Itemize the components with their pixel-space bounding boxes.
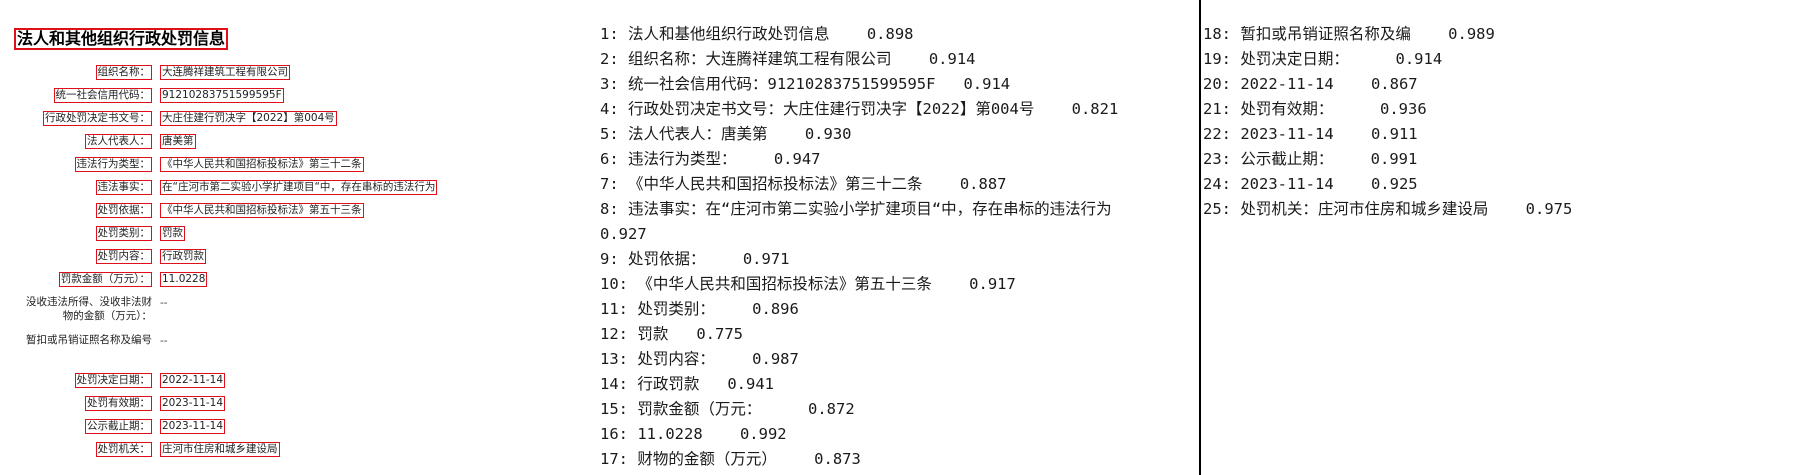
field-row: 处罚内容： 行政罚款 — [0, 249, 600, 264]
ocr-result-line: 8: 违法事实：在“庄河市第二实验小学扩建项目“中，存在串标的违法行为 0.92… — [600, 200, 1112, 243]
ocr-result-line: 7: 《中华人民共和国招标投标法》第三十二条 0.887 — [600, 175, 1007, 193]
field-label: 暂扣或吊销证照名称及编号 — [26, 334, 152, 346]
ocr-result-line: 21: 处罚有效期： 0.936 — [1203, 100, 1427, 118]
field-value: 11.0228 — [160, 272, 208, 287]
field-label: 罚款金额（万元）： — [58, 272, 152, 287]
field-row: 处罚有效期： 2023-11-14 — [0, 396, 600, 411]
field-label: 处罚决定日期： — [74, 373, 152, 388]
ocr-result-line: 19: 处罚决定日期： 0.914 — [1203, 50, 1443, 68]
field-value: -- — [160, 297, 168, 309]
ocr-result-line: 5: 法人代表人：唐美第 0.930 — [600, 125, 852, 143]
ocr-result-line: 4: 行政处罚决定书文号：大庄住建行罚决字【2022】第004号 0.821 — [600, 100, 1119, 118]
ocr-result-line: 18: 暂扣或吊销证照名称及编 0.989 — [1203, 25, 1495, 43]
ocr-result-line: 11: 处罚类别： 0.896 — [600, 300, 799, 318]
field-value: 大连腾祥建筑工程有限公司 — [160, 65, 290, 80]
field-row: 组织名称： 大连腾祥建筑工程有限公司 — [0, 65, 600, 80]
ocr-results-column-2: 18: 暂扣或吊销证照名称及编 0.989 19: 处罚决定日期： 0.914 … — [1203, 22, 1793, 222]
ocr-results-column-1: 1: 法人和基他组织行政处罚信息 0.898 2: 组织名称：大连腾祥建筑工程有… — [600, 22, 1200, 472]
field-row: 违法事实： 在“庄河市第二实验小学扩建项目“中，存在串标的违法行为 — [0, 180, 600, 195]
field-value: 《中华人民共和国招标投标法》第五十三条 — [160, 203, 364, 218]
field-label: 处罚有效期： — [85, 396, 152, 411]
field-value: 《中华人民共和国招标投标法》第三十二条 — [160, 157, 364, 172]
field-value: 大庄住建行罚决字【2022】第004号 — [160, 111, 337, 126]
field-label: 处罚机关： — [95, 442, 152, 457]
field-value: 在“庄河市第二实验小学扩建项目“中，存在串标的违法行为 — [160, 180, 438, 195]
ocr-result-line: 14: 行政罚款 0.941 — [600, 375, 774, 393]
field-row: 处罚机关： 庄河市住房和城乡建设局 — [0, 442, 600, 457]
field-row: 处罚类别： 罚款 — [0, 226, 600, 241]
field-row: 违法行为类型： 《中华人民共和国招标投标法》第三十二条 — [0, 157, 600, 172]
field-label: 组织名称： — [95, 65, 152, 80]
ocr-result-line: 9: 处罚依据： 0.971 — [600, 250, 790, 268]
ocr-result-line: 15: 罚款金额（万元： 0.872 — [600, 400, 855, 418]
ocr-result-line: 12: 罚款 0.775 — [600, 325, 743, 343]
field-value: -- — [160, 335, 168, 347]
ocr-result-line: 25: 处罚机关：庄河市住房和城乡建设局 0.975 — [1203, 200, 1573, 218]
field-row: 法人代表人： 唐美第 — [0, 134, 600, 149]
column-divider — [1199, 0, 1201, 475]
ocr-result-line: 2: 组织名称：大连腾祥建筑工程有限公司 0.914 — [600, 50, 976, 68]
field-value: 庄河市住房和城乡建设局 — [160, 442, 280, 457]
document-title: 法人和其他组织行政处罚信息 — [14, 28, 229, 50]
ocr-result-line: 1: 法人和基他组织行政处罚信息 0.898 — [600, 25, 914, 43]
ocr-result-line: 13: 处罚内容： 0.987 — [600, 350, 799, 368]
field-row: 没收违法所得、没收非法财物的金额（万元）： -- — [0, 295, 600, 325]
ocr-result-line: 23: 公示截止期： 0.991 — [1203, 150, 1418, 168]
field-value: 91210283751599595F — [160, 88, 284, 103]
field-row: 处罚决定日期： 2022-11-14 — [0, 373, 600, 388]
field-row: 罚款金额（万元）： 11.0228 — [0, 272, 600, 287]
field-value: 行政罚款 — [160, 249, 206, 264]
ocr-result-line: 17: 财物的金额（万元） 0.873 — [600, 450, 861, 468]
field-label: 违法行为类型： — [74, 157, 152, 172]
field-label: 行政处罚决定书文号： — [43, 111, 152, 126]
field-row: 公示截止期： 2023-11-14 — [0, 419, 600, 434]
field-row: 处罚依据： 《中华人民共和国招标投标法》第五十三条 — [0, 203, 600, 218]
field-row: 行政处罚决定书文号： 大庄住建行罚决字【2022】第004号 — [0, 111, 600, 126]
field-label: 处罚内容： — [95, 249, 152, 264]
field-label: 法人代表人： — [85, 134, 152, 149]
field-label: 违法事实： — [95, 180, 152, 195]
ocr-result-line: 6: 违法行为类型： 0.947 — [600, 150, 821, 168]
ocr-result-line: 22: 2023-11-14 0.911 — [1203, 125, 1418, 143]
ocr-result-line: 10: 《中华人民共和国招标投标法》第五十三条 0.917 — [600, 275, 1016, 293]
ocr-result-line: 3: 统一社会信用代码：91210283751599595F 0.914 — [600, 75, 1011, 93]
field-label: 没收违法所得、没收非法财物的金额（万元）： — [26, 296, 152, 322]
field-label: 处罚类别： — [95, 226, 152, 241]
field-label: 处罚依据： — [95, 203, 152, 218]
field-row: 统一社会信用代码： 91210283751599595F — [0, 88, 600, 103]
detection-image: 法人和其他组织行政处罚信息 组织名称： 大连腾祥建筑工程有限公司 统一社会信用代… — [0, 0, 600, 475]
ocr-result-line: 16: 11.0228 0.992 — [600, 425, 787, 443]
field-label: 统一社会信用代码： — [53, 88, 152, 103]
ocr-result-line: 24: 2023-11-14 0.925 — [1203, 175, 1418, 193]
field-row: 暂扣或吊销证照名称及编号 -- — [0, 333, 600, 363]
field-value: 唐美第 — [160, 134, 196, 149]
field-value: 2023-11-14 — [160, 396, 226, 411]
field-value: 2022-11-14 — [160, 373, 226, 388]
field-value: 2023-11-14 — [160, 419, 226, 434]
ocr-result-line: 20: 2022-11-14 0.867 — [1203, 75, 1418, 93]
field-value: 罚款 — [160, 226, 185, 241]
field-label: 公示截止期： — [85, 419, 152, 434]
